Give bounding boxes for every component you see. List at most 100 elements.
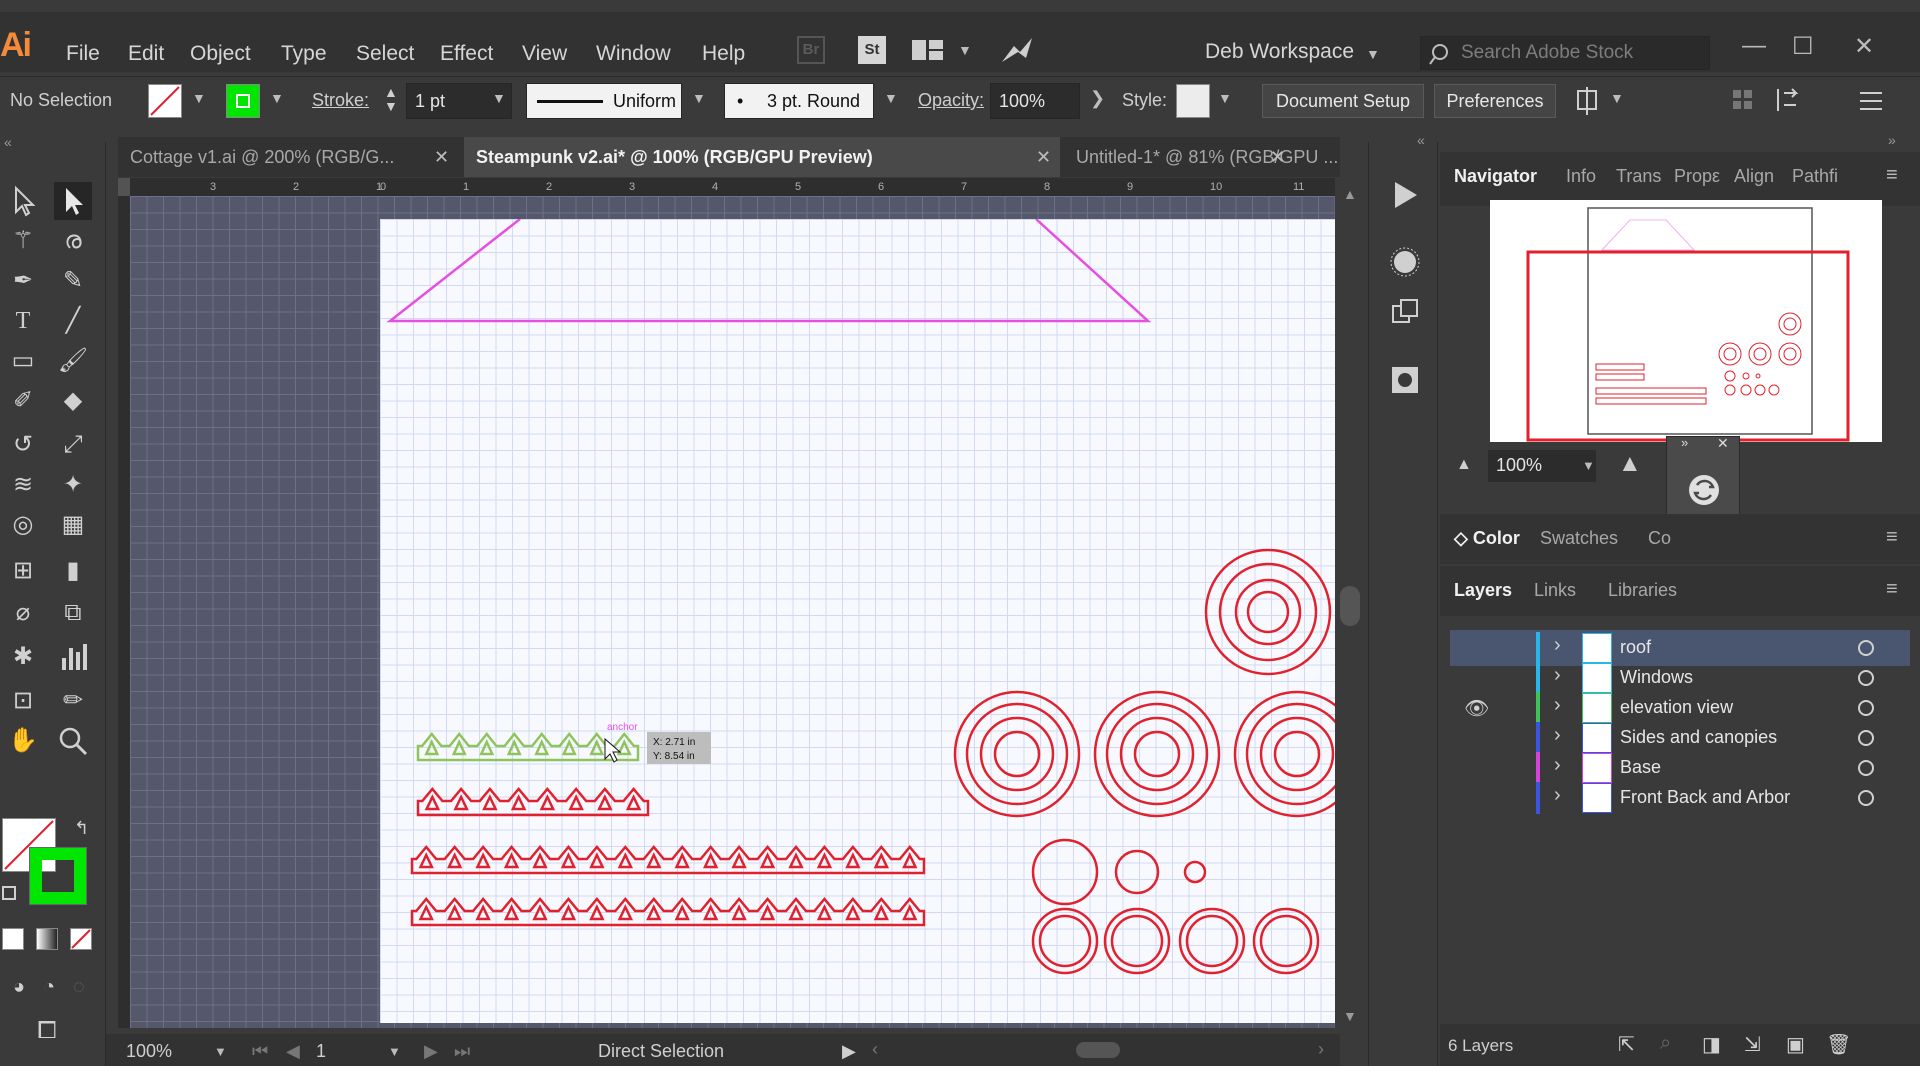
tab-color[interactable]: ◇ Color (1454, 528, 1520, 549)
stroke-swatch[interactable] (226, 84, 260, 118)
target-circle-icon[interactable] (1858, 790, 1874, 806)
navigator-preview[interactable] (1490, 200, 1882, 442)
artwork[interactable]: anchor X: 2.71 in Y: 8.54 in (380, 219, 1340, 1023)
tab-links[interactable]: Links (1534, 580, 1576, 601)
target-circle-icon[interactable] (1858, 670, 1874, 686)
artboard-number-field[interactable]: 1 (316, 1041, 326, 1062)
expand-icon[interactable]: » (1681, 435, 1688, 450)
chevron-down-icon[interactable]: ▼ (1218, 90, 1232, 106)
layer-row[interactable]: › Front Back and Arbor (1450, 780, 1910, 816)
opacity-label[interactable]: Opacity: (918, 90, 984, 111)
navigator-zoom-field[interactable]: 100% (1488, 450, 1596, 482)
canopy-strip[interactable] (416, 787, 650, 817)
expand-icon[interactable]: » (1888, 132, 1896, 148)
new-sublayer-icon[interactable]: ⇲ (1744, 1032, 1761, 1057)
lasso-icon[interactable]: ര (54, 222, 92, 260)
horizontal-scroll-thumb[interactable] (1076, 1042, 1120, 1058)
wheel-ring[interactable] (1259, 914, 1313, 968)
hand-tool-icon[interactable]: ✋ (4, 722, 42, 760)
minimize-icon[interactable]: — (1742, 32, 1766, 60)
scroll-left-icon[interactable]: ‹ (872, 1039, 878, 1060)
wheel-ring[interactable] (1234, 578, 1302, 646)
arrange-icon[interactable] (1574, 87, 1602, 115)
color-mode-icon[interactable] (2, 928, 24, 950)
maximize-icon[interactable]: ☐ (1792, 32, 1814, 61)
chevron-right-icon[interactable]: › (1554, 634, 1561, 657)
tab-swatches[interactable]: Swatches (1540, 528, 1618, 549)
wheel-ring[interactable] (1103, 907, 1171, 975)
menu-edit[interactable]: Edit (128, 42, 164, 66)
canvas-area[interactable]: 3 2 1 0 1 2 3 4 5 6 7 8 9 10 11 anchor X… (118, 178, 1340, 1028)
brush-select[interactable]: • 3 pt. Round (724, 83, 874, 119)
wheel-ring[interactable] (1114, 849, 1160, 895)
layer-name[interactable]: Front Back and Arbor (1620, 787, 1790, 808)
selection-tool-icon[interactable] (4, 182, 42, 220)
width-tool-icon[interactable]: ≋ (4, 466, 42, 504)
stroke-label[interactable]: Stroke: (312, 90, 369, 111)
wheel-ring[interactable] (1204, 548, 1332, 676)
chevron-down-icon[interactable]: ▼ (1610, 90, 1624, 106)
collapse-icon[interactable]: « (1417, 132, 1425, 148)
trash-icon[interactable]: 🗑 (1826, 1032, 1851, 1057)
zoom-out-icon[interactable]: ▲ (1456, 456, 1472, 474)
current-tool-status[interactable]: Direct Selection (598, 1041, 724, 1062)
column-graph-tool-icon[interactable] (54, 638, 92, 676)
tab-cottage[interactable]: Cottage v1.ai @ 200% (RGB/G... (118, 137, 448, 177)
chevron-right-icon[interactable]: › (1554, 784, 1561, 807)
tab-layers[interactable]: Layers (1454, 580, 1512, 601)
zoom-field[interactable]: 100% (126, 1041, 172, 1062)
chevron-right-icon[interactable]: › (1554, 664, 1561, 687)
new-layer-icon[interactable]: ▣ (1786, 1032, 1805, 1057)
style-swatch[interactable] (1176, 84, 1210, 118)
export-icon[interactable]: ⇱ (1618, 1032, 1635, 1057)
rotate-tool-icon[interactable]: ↺ (4, 426, 42, 464)
tab-align[interactable]: Align (1734, 166, 1774, 187)
gpu-performance-icon[interactable] (1000, 36, 1034, 66)
fill-swatch[interactable] (148, 84, 182, 118)
gradient-mode-icon[interactable] (36, 928, 58, 950)
tab-properties[interactable]: Propε (1674, 166, 1720, 187)
eye-icon[interactable]: 👁 (1464, 696, 1489, 721)
target-circle-icon[interactable] (1858, 730, 1874, 746)
pasteboard[interactable]: anchor X: 2.71 in Y: 8.54 in (130, 196, 1340, 1028)
wheel-ring[interactable] (1038, 914, 1092, 968)
wheel-ring[interactable] (1246, 590, 1290, 634)
wheel-ring[interactable] (1183, 860, 1207, 884)
wheel-ring[interactable] (1119, 716, 1195, 792)
blend-tool-icon[interactable]: ⧉ (54, 594, 92, 632)
close-icon[interactable]: ✕ (434, 137, 449, 177)
panel-menu-icon[interactable]: ≡ (1886, 526, 1898, 549)
chevron-down-icon[interactable]: ▼ (692, 90, 706, 106)
wheel-ring[interactable] (1259, 716, 1335, 792)
swap-colors-icon[interactable]: ↰ (74, 818, 89, 839)
chevron-down-icon[interactable]: ▼ (388, 1044, 401, 1059)
tab-pathfinder[interactable]: Pathfi (1792, 166, 1838, 187)
next-artboard-icon[interactable]: ▶ (424, 1041, 438, 1062)
brushes-icon[interactable] (1389, 246, 1421, 278)
opacity-field[interactable]: 100% (990, 83, 1080, 119)
scale-tool-icon[interactable]: ⤢ (54, 426, 92, 464)
menu-effect[interactable]: Effect (440, 42, 493, 66)
status-menu-arrow-icon[interactable]: ▶ (842, 1041, 856, 1062)
vertical-scrollbar[interactable]: ▲ ▼ (1335, 178, 1365, 1028)
vertical-ruler[interactable] (118, 196, 130, 1028)
menu-view[interactable]: View (522, 42, 567, 66)
transform-panel-icon[interactable] (1389, 364, 1421, 396)
wheel-ring[interactable] (979, 716, 1055, 792)
close-icon[interactable]: ✕ (1854, 32, 1874, 61)
menu-help[interactable]: Help (702, 42, 745, 66)
chevron-right-icon[interactable]: › (1554, 754, 1561, 777)
panel-menu-icon[interactable]: ≡ (1886, 578, 1898, 601)
canopy-strip[interactable] (410, 845, 926, 875)
layer-name[interactable]: roof (1620, 637, 1651, 658)
preferences-button[interactable]: Preferences (1434, 84, 1556, 118)
canopy-strip[interactable] (410, 897, 926, 927)
chevron-down-icon[interactable]: ▼ (214, 1044, 227, 1059)
screen-mode-icon[interactable]: ⧠ (28, 1012, 66, 1050)
wheel-ring[interactable] (1185, 914, 1239, 968)
stroke-stepper-icon[interactable]: ▲ ▼ (384, 85, 398, 113)
color-guide-icon[interactable] (1687, 473, 1721, 507)
scroll-right-icon[interactable]: › (1318, 1039, 1324, 1060)
artboard-tool-icon[interactable]: ⊡ (4, 682, 42, 720)
target-circle-icon[interactable] (1858, 760, 1874, 776)
